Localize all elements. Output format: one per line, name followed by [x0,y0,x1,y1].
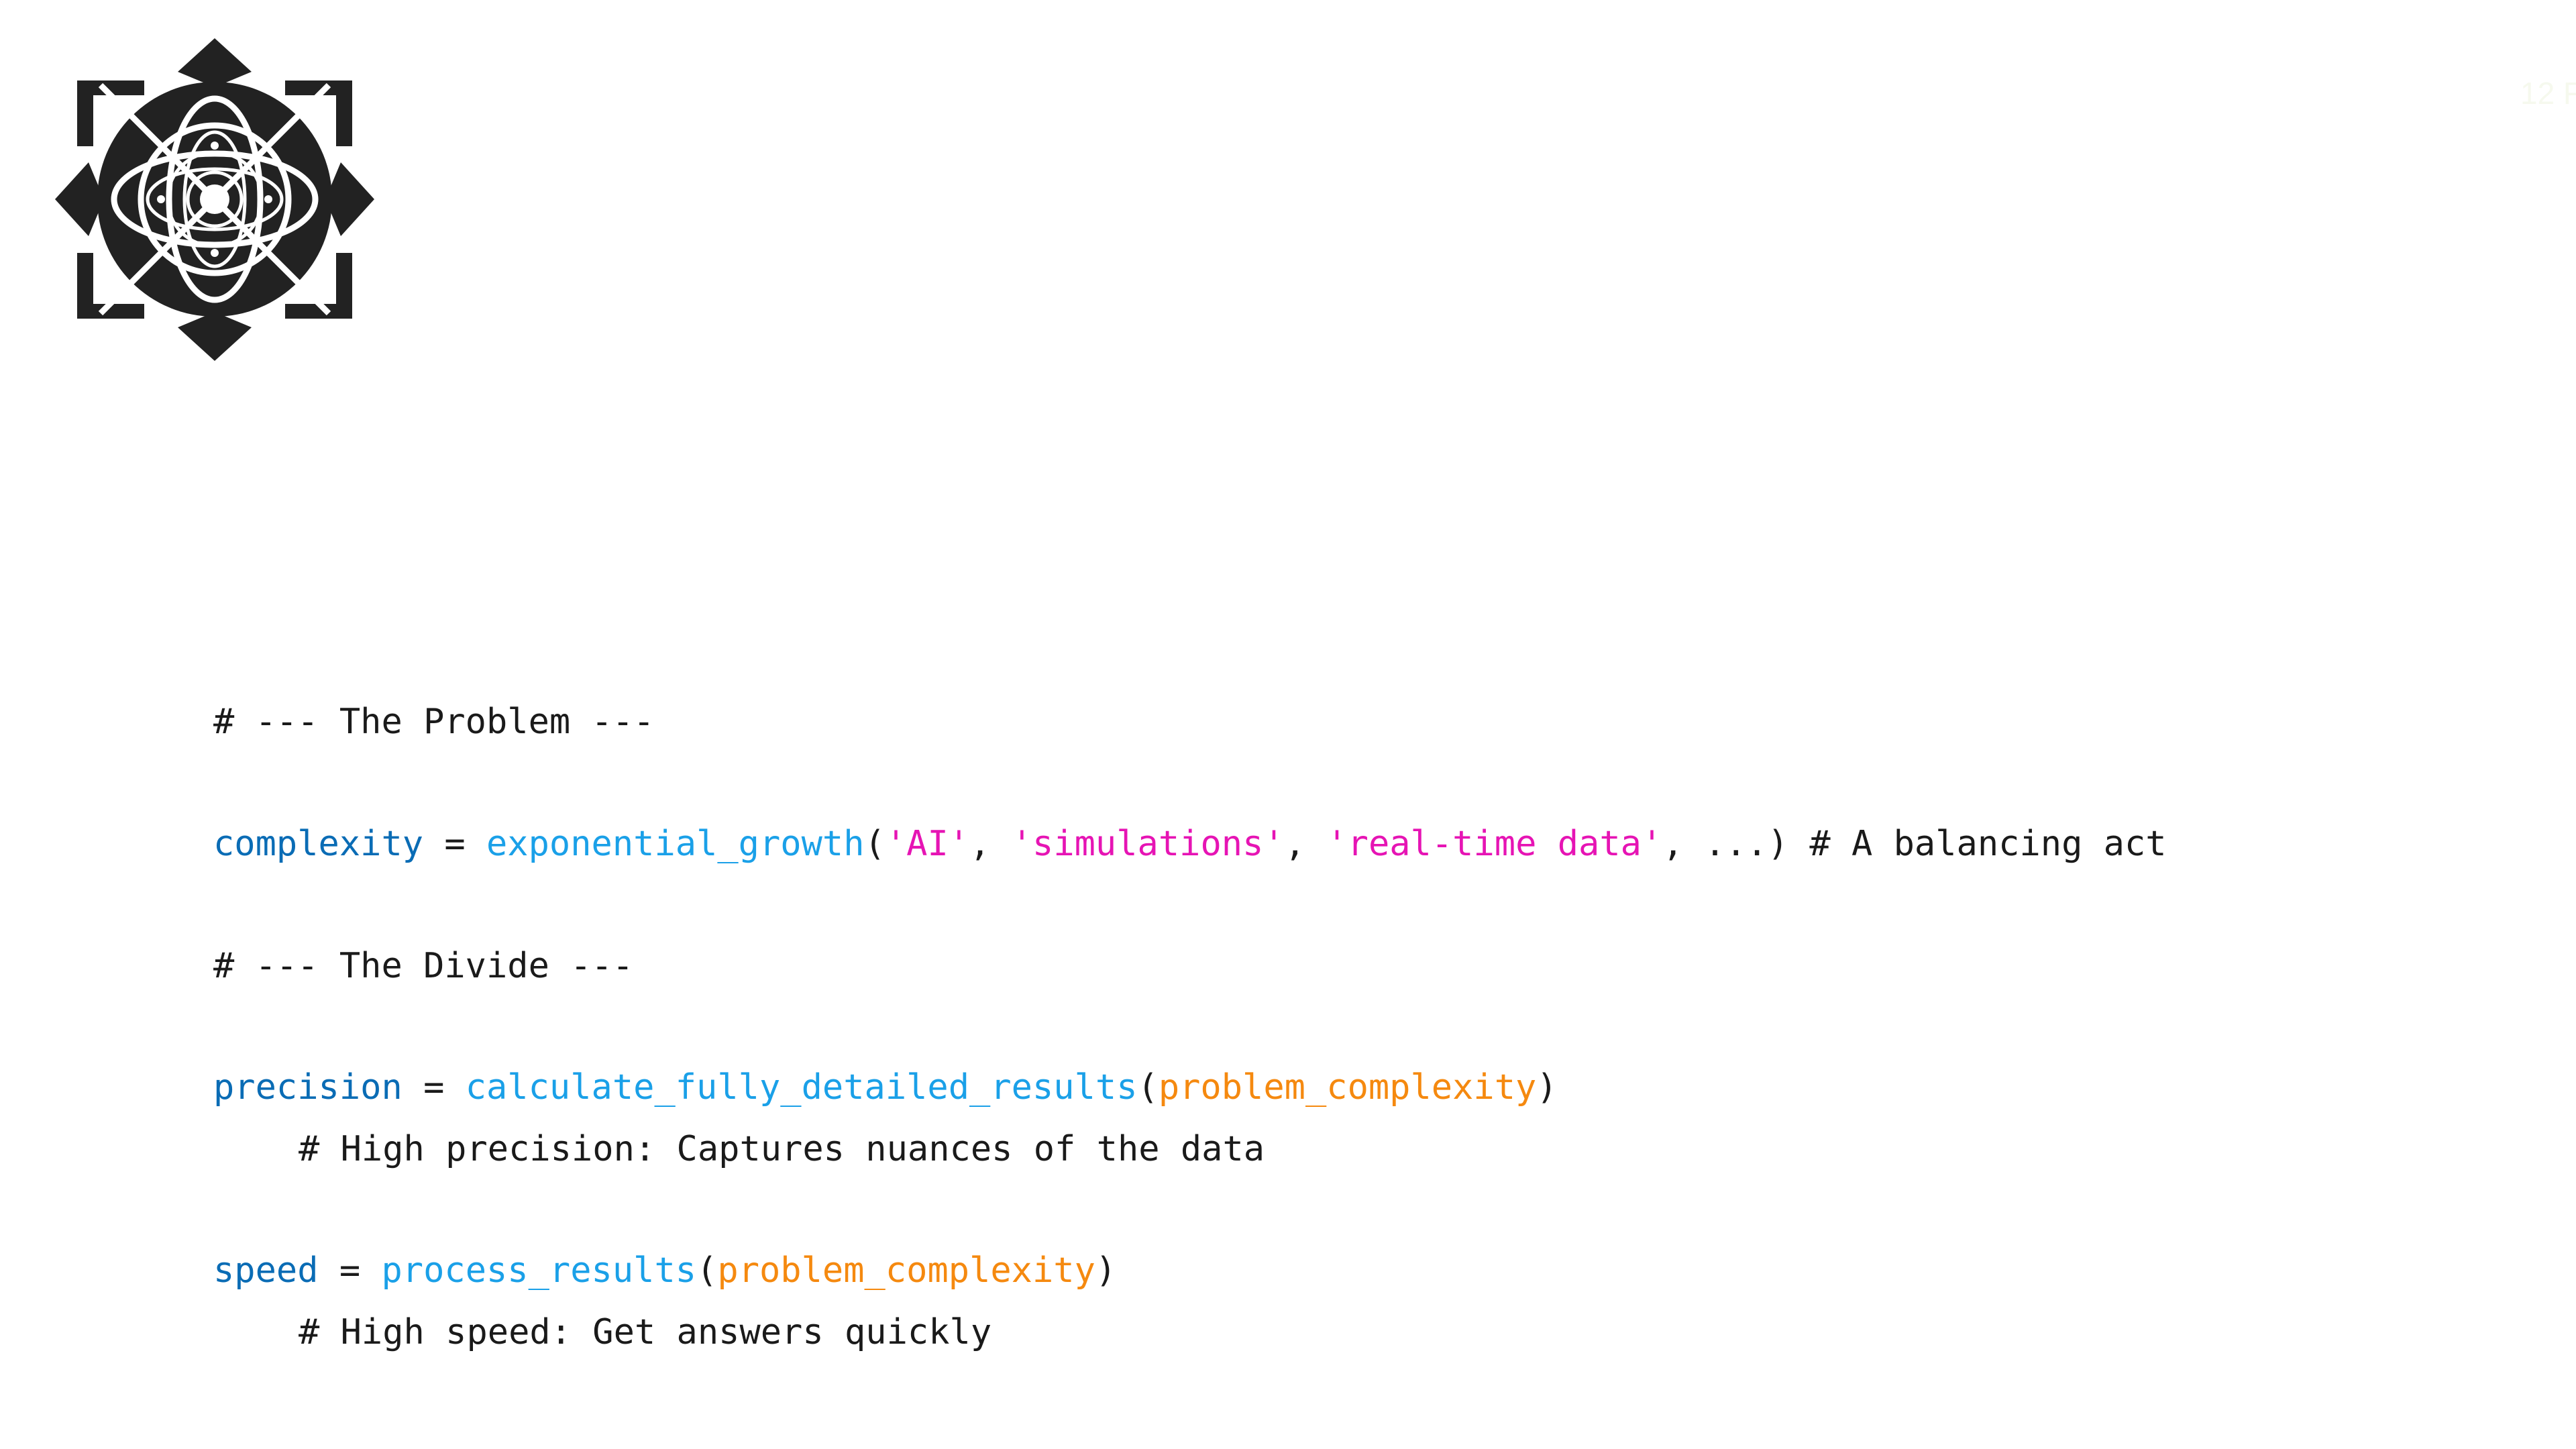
calculate-results-function: calculate_fully_detailed_results [465,1067,1138,1108]
assign-operator: = [318,1250,382,1291]
complexity-line: complexity = exponential_growth('AI', 's… [213,824,2167,864]
problem-complexity-arg: problem_complexity [717,1250,1095,1291]
process-results-function: process_results [381,1250,697,1291]
speed-line: speed = process_results(problem_complexi… [213,1250,1116,1291]
open-paren: ( [864,824,885,864]
precision-variable: precision [213,1067,402,1108]
problem-heading-comment: # --- The Problem --- [213,702,655,742]
balancing-act-comment: # A balancing act [1788,824,2167,864]
separator: , [1284,824,1327,864]
string-arg-ai: 'AI' [885,824,970,864]
precision-line: precision = calculate_fully_detailed_res… [213,1067,1558,1108]
precision-comment: # High precision: Captures nuances of th… [299,1129,1265,1169]
ellipsis-close: , ...) [1662,824,1789,864]
date-label: 12 FE [2520,76,2576,111]
close-paren: ) [1095,1250,1117,1291]
speed-comment: # High speed: Get answers quickly [299,1312,992,1352]
divide-heading-comment: # --- The Divide --- [213,946,634,986]
separator: , [969,824,1012,864]
assign-operator: = [423,824,486,864]
exponential-growth-function: exponential_growth [486,824,865,864]
close-paren: ) [1536,1067,1558,1108]
open-paren: ( [696,1250,718,1291]
assign-operator: = [402,1067,466,1108]
open-paren: ( [1137,1067,1159,1108]
complexity-variable: complexity [213,824,424,864]
problem-complexity-arg: problem_complexity [1158,1067,1537,1108]
code-block: # --- The Problem --- complexity = expon… [213,0,2167,1352]
speed-variable: speed [213,1250,319,1291]
string-arg-simulations: 'simulations' [1011,824,1285,864]
string-arg-real-time-data: 'real-time data' [1326,824,1663,864]
